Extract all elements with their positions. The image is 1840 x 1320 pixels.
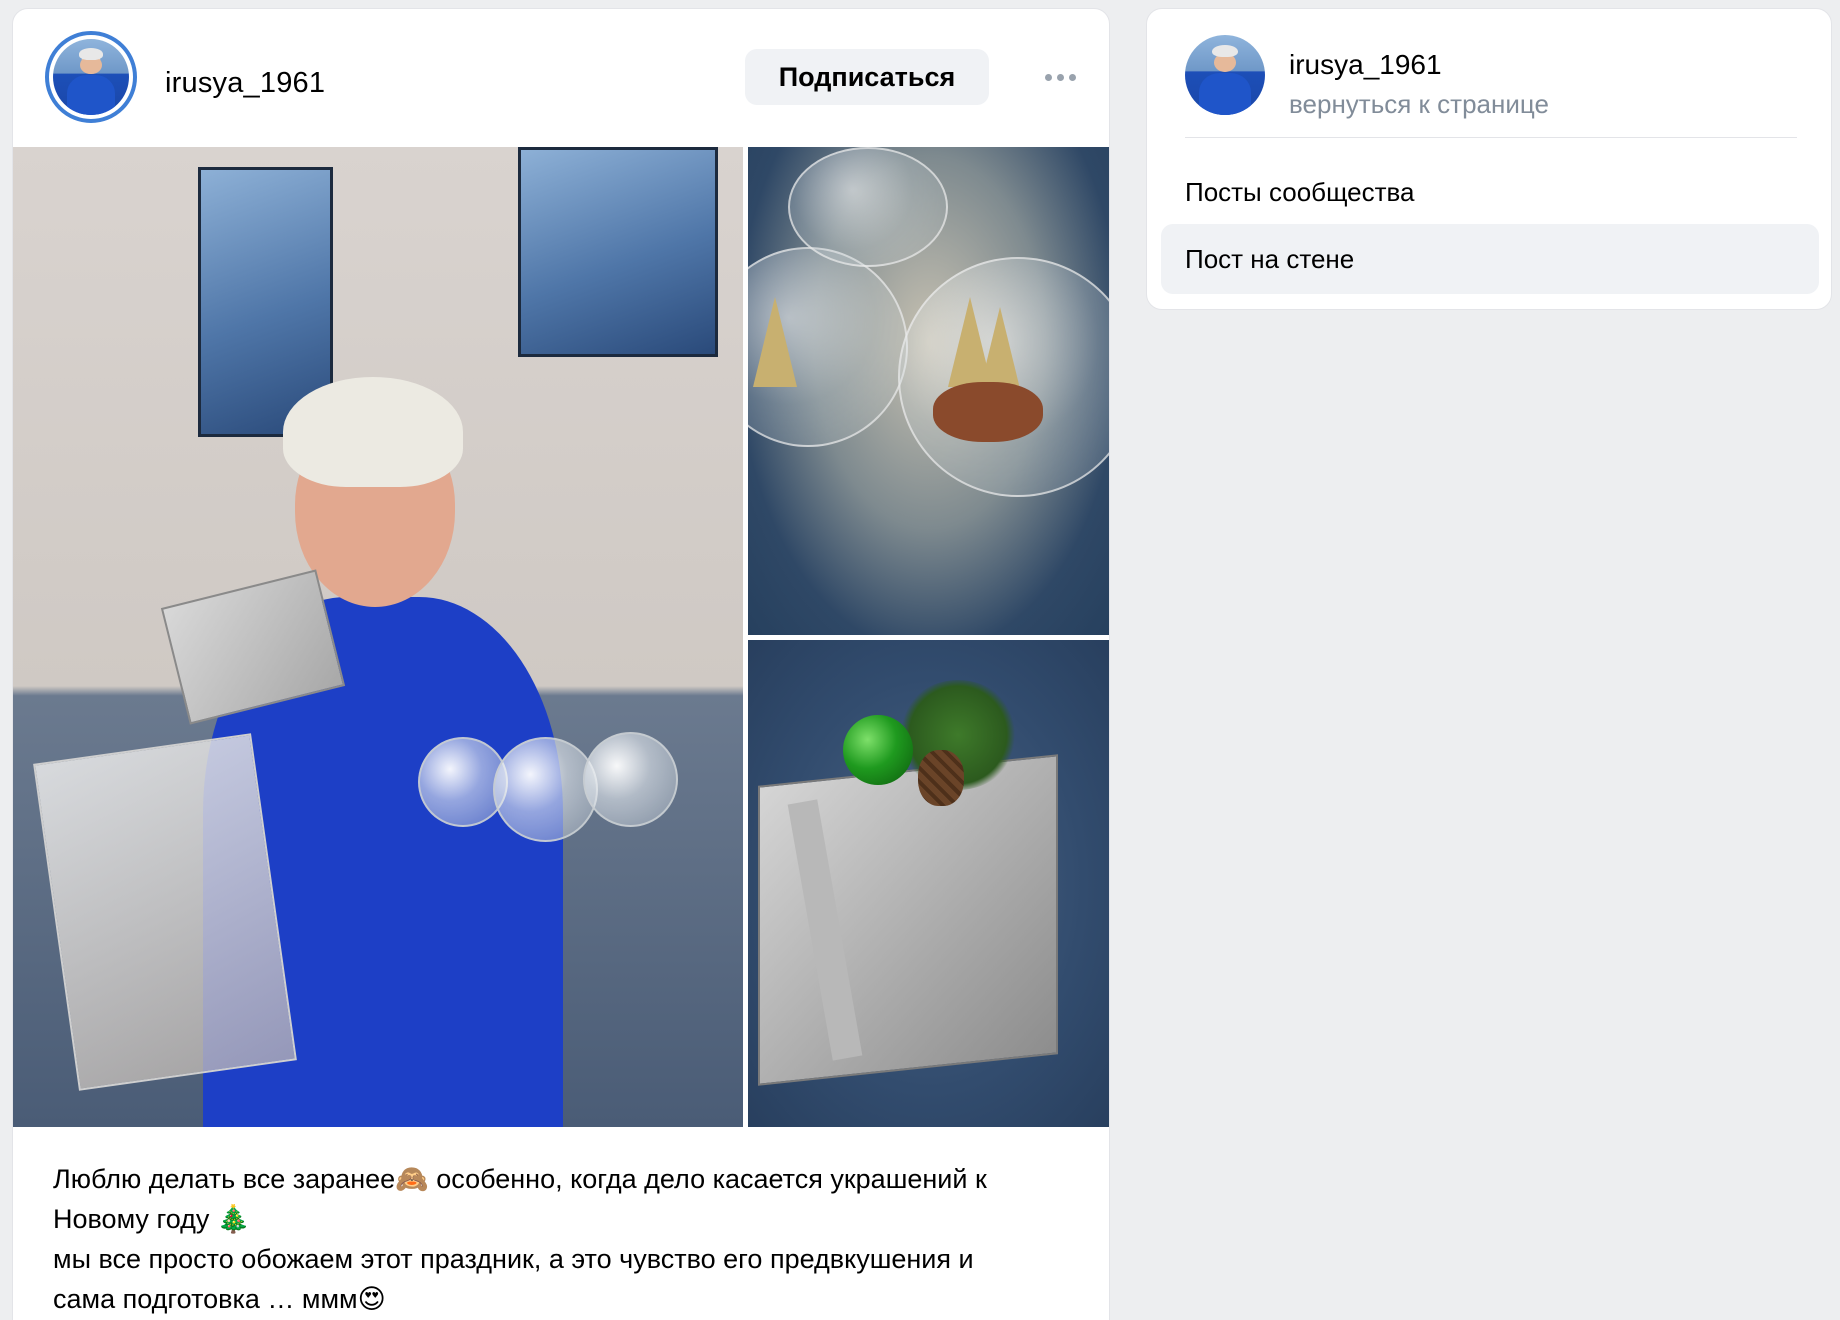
post-text-line: Люблю делать все заранее🙈 особенно, когд… <box>53 1164 987 1194</box>
woman-hair-shape <box>283 377 463 487</box>
glass-ornament-shape <box>583 732 678 827</box>
sidebar-avatar[interactable] <box>1185 35 1265 115</box>
avatar-image <box>53 39 129 115</box>
glass-ball-shape <box>788 147 948 267</box>
post-photo-gift[interactable] <box>748 640 1109 1127</box>
more-options-button[interactable] <box>1035 63 1085 91</box>
post-text-line: сама подготовка … ммм😍 <box>53 1284 386 1314</box>
post-header: irusya_1961 Подписаться <box>13 9 1109 147</box>
post-text: Люблю делать все заранее🙈 особенно, когд… <box>53 1159 1073 1319</box>
author-name[interactable]: irusya_1961 <box>165 67 325 100</box>
page: irusya_1961 Подписаться Люблю делать все… <box>0 0 1840 1320</box>
avatar-body-shape <box>1199 73 1251 115</box>
more-dot-icon <box>1044 73 1052 81</box>
green-bauble-shape <box>843 715 913 785</box>
more-dot-icon <box>1056 73 1064 81</box>
sidebar-author-name[interactable]: irusya_1961 <box>1289 49 1442 81</box>
sidebar-divider <box>1185 137 1797 138</box>
avatar-hair-shape <box>78 48 104 61</box>
sidebar-card: irusya_1961 вернуться к странице Посты с… <box>1146 8 1832 310</box>
avatar-body-shape <box>66 75 116 115</box>
more-dot-icon <box>1068 73 1076 81</box>
author-avatar[interactable] <box>45 31 137 123</box>
glass-ornament-shape <box>493 737 598 842</box>
wall-poster-right <box>518 147 718 357</box>
post-photo-ornaments[interactable] <box>748 147 1109 635</box>
avatar-hair-shape <box>1212 44 1238 58</box>
tiny-tree-shape <box>753 297 797 387</box>
subscribe-button[interactable]: Подписаться <box>745 49 989 105</box>
pinecone-shape <box>918 750 964 806</box>
post-text-line: Новому году 🎄 <box>53 1204 251 1234</box>
post-card: irusya_1961 Подписаться Люблю делать все… <box>12 8 1110 1320</box>
post-text-line: мы все просто обожаем этот праздник, а э… <box>53 1244 974 1274</box>
back-to-page-link[interactable]: вернуться к странице <box>1289 89 1549 120</box>
sidebar-item-wall-post[interactable]: Пост на стене <box>1161 224 1819 294</box>
star-package-shape <box>33 733 297 1091</box>
sidebar-item-community-posts[interactable]: Посты сообщества <box>1161 157 1819 227</box>
post-photo-main[interactable] <box>13 147 743 1127</box>
deer-figurine-shape <box>933 382 1043 442</box>
